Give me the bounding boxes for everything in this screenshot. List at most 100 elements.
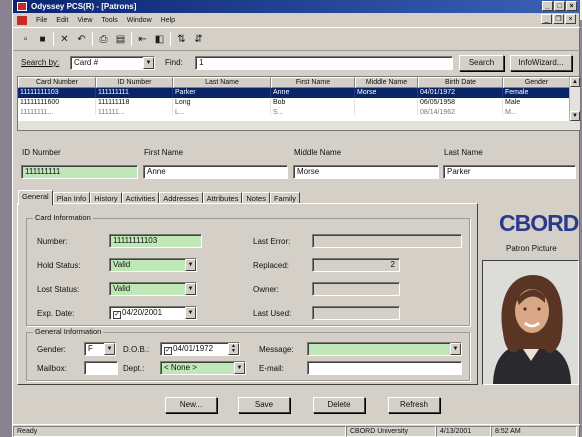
hold-status-select[interactable]: Valid ▼: [109, 258, 197, 272]
col-card-number[interactable]: Card Number: [18, 77, 96, 88]
find-input[interactable]: 1: [195, 56, 453, 70]
infowizard-button[interactable]: InfoWizard...: [510, 55, 572, 71]
new-icon[interactable]: ▫: [19, 33, 32, 46]
cell: 111111...: [96, 108, 173, 115]
tab-strip: General Plan Info History Activities Add…: [18, 190, 301, 205]
chevron-down-icon[interactable]: ▼: [185, 283, 196, 295]
undo-icon[interactable]: ↶: [75, 33, 88, 46]
mailbox-field[interactable]: [84, 361, 118, 375]
minimize-button[interactable]: _: [542, 1, 553, 11]
scroll-up-icon[interactable]: ▲: [570, 77, 580, 87]
col-middle-name[interactable]: Middle Name: [355, 77, 418, 88]
chevron-down-icon[interactable]: ▼: [104, 343, 115, 355]
dept-select[interactable]: < None > ▼: [160, 361, 246, 375]
chevron-down-icon[interactable]: ▼: [185, 259, 196, 271]
new-button[interactable]: New...: [165, 397, 217, 413]
close-button[interactable]: ×: [566, 1, 577, 11]
patron-grid: Card Number ID Number Last Name First Na…: [17, 76, 581, 131]
last-name-field[interactable]: Parker: [443, 165, 576, 179]
sort-ascending-icon[interactable]: ⇅: [175, 33, 188, 46]
chevron-down-icon[interactable]: ▼: [450, 343, 461, 355]
spinner-icon[interactable]: ▲ ▼: [228, 343, 239, 355]
grid-horizontal-scrollbar[interactable]: [18, 121, 570, 130]
dob-picker[interactable]: ✓ 04/01/1972 ▲ ▼: [160, 342, 240, 356]
toolbar-separator: [131, 32, 132, 46]
title-bar[interactable]: Odyssey PCS(R) - [Patrons] _ □ ×: [13, 0, 580, 13]
print-preview-icon[interactable]: ▤: [114, 33, 127, 46]
tab-general[interactable]: General: [18, 190, 53, 205]
middle-name-label: Middle Name: [294, 148, 342, 157]
id-number-field[interactable]: 111111111: [21, 165, 138, 179]
search-by-label: Search by:: [21, 58, 60, 67]
menu-view[interactable]: View: [77, 17, 92, 24]
general-information-title: General Information: [33, 327, 104, 336]
menu-edit[interactable]: Edit: [56, 17, 68, 24]
delete-button[interactable]: Delete: [313, 397, 365, 413]
doc-minimize-button[interactable]: _: [541, 14, 552, 24]
card-number-field[interactable]: 11111111103: [109, 234, 202, 248]
doc-restore-button[interactable]: ❐: [553, 14, 564, 24]
first-name-field[interactable]: Anne: [143, 165, 288, 179]
col-first-name[interactable]: First Name: [271, 77, 355, 88]
doc-close-button[interactable]: ×: [565, 14, 576, 24]
find-label: Find:: [165, 58, 183, 67]
col-last-name[interactable]: Last Name: [173, 77, 271, 88]
lost-status-value: Valid: [113, 284, 131, 293]
table-row[interactable]: 11111111... 111111... L... S... 08/14/19…: [18, 108, 580, 115]
replaced-field: 2: [312, 258, 400, 272]
menu-window[interactable]: Window: [127, 17, 152, 24]
previous-icon[interactable]: ◧: [153, 33, 166, 46]
delete-icon[interactable]: ✕: [58, 33, 71, 46]
maximize-button[interactable]: □: [554, 1, 565, 11]
col-birth-date[interactable]: Birth Date: [418, 77, 503, 88]
status-date: 4/13/2001: [436, 425, 491, 437]
patron-picture-label: Patron Picture: [506, 244, 557, 253]
sort-descending-icon[interactable]: ⇵: [192, 33, 205, 46]
scroll-down-icon[interactable]: ▼: [570, 111, 580, 121]
desktop-background: [0, 0, 12, 437]
chevron-down-icon[interactable]: ▼: [234, 362, 245, 374]
cell: L...: [173, 108, 271, 115]
menu-tools[interactable]: Tools: [101, 17, 117, 24]
gender-select[interactable]: F ▼: [84, 342, 116, 356]
search-by-value: Card #: [74, 58, 99, 67]
gender-label: Gender:: [37, 345, 66, 354]
chevron-down-icon[interactable]: ▼: [143, 57, 154, 69]
dob-checkbox[interactable]: ✓: [164, 347, 172, 355]
table-row[interactable]: 11111111103 111111111 Parker Anne Morse …: [18, 88, 580, 98]
search-row: Search by: Card # ▼ Find: 1 Search InfoW…: [13, 55, 580, 75]
toolbar-separator: [170, 32, 171, 46]
cell: 11111111...: [18, 108, 96, 115]
save-icon[interactable]: ■: [36, 33, 49, 46]
first-icon[interactable]: ⇤: [136, 33, 149, 46]
email-field[interactable]: [307, 361, 462, 375]
cell: Long: [173, 98, 271, 108]
cell: [355, 108, 418, 115]
search-by-select[interactable]: Card # ▼: [70, 56, 155, 70]
chevron-down-icon[interactable]: ▼: [185, 307, 196, 319]
grid-vertical-scrollbar[interactable]: ▲ ▼: [569, 77, 580, 130]
mailbox-label: Mailbox:: [37, 364, 67, 373]
print-icon[interactable]: ⎙: [97, 33, 110, 46]
cell: 111111118: [96, 98, 173, 108]
exp-date-checkbox[interactable]: ✓: [113, 311, 121, 319]
exp-date-picker[interactable]: ✓ 04/20/2001 ▼: [109, 306, 197, 320]
col-id-number[interactable]: ID Number: [96, 77, 173, 88]
message-select[interactable]: ▼: [307, 342, 462, 356]
dob-label: D.O.B.:: [123, 345, 150, 354]
cell: 04/01/1972: [418, 88, 503, 98]
search-button[interactable]: Search: [459, 55, 504, 71]
cell: Morse: [355, 88, 418, 98]
refresh-button[interactable]: Refresh: [388, 397, 440, 413]
lost-status-select[interactable]: Valid ▼: [109, 282, 197, 296]
col-gender[interactable]: Gender: [503, 77, 570, 88]
save-button[interactable]: Save: [238, 397, 290, 413]
table-row[interactable]: 11111111600 111111118 Long Bob 06/05/195…: [18, 98, 580, 108]
middle-name-field[interactable]: Morse: [293, 165, 439, 179]
patron-photo: [482, 260, 579, 385]
cell: 11111111600: [18, 98, 96, 108]
menu-file[interactable]: File: [36, 17, 47, 24]
menu-help[interactable]: Help: [161, 17, 175, 24]
document-icon[interactable]: [17, 15, 27, 25]
cell: Bob: [271, 98, 355, 108]
